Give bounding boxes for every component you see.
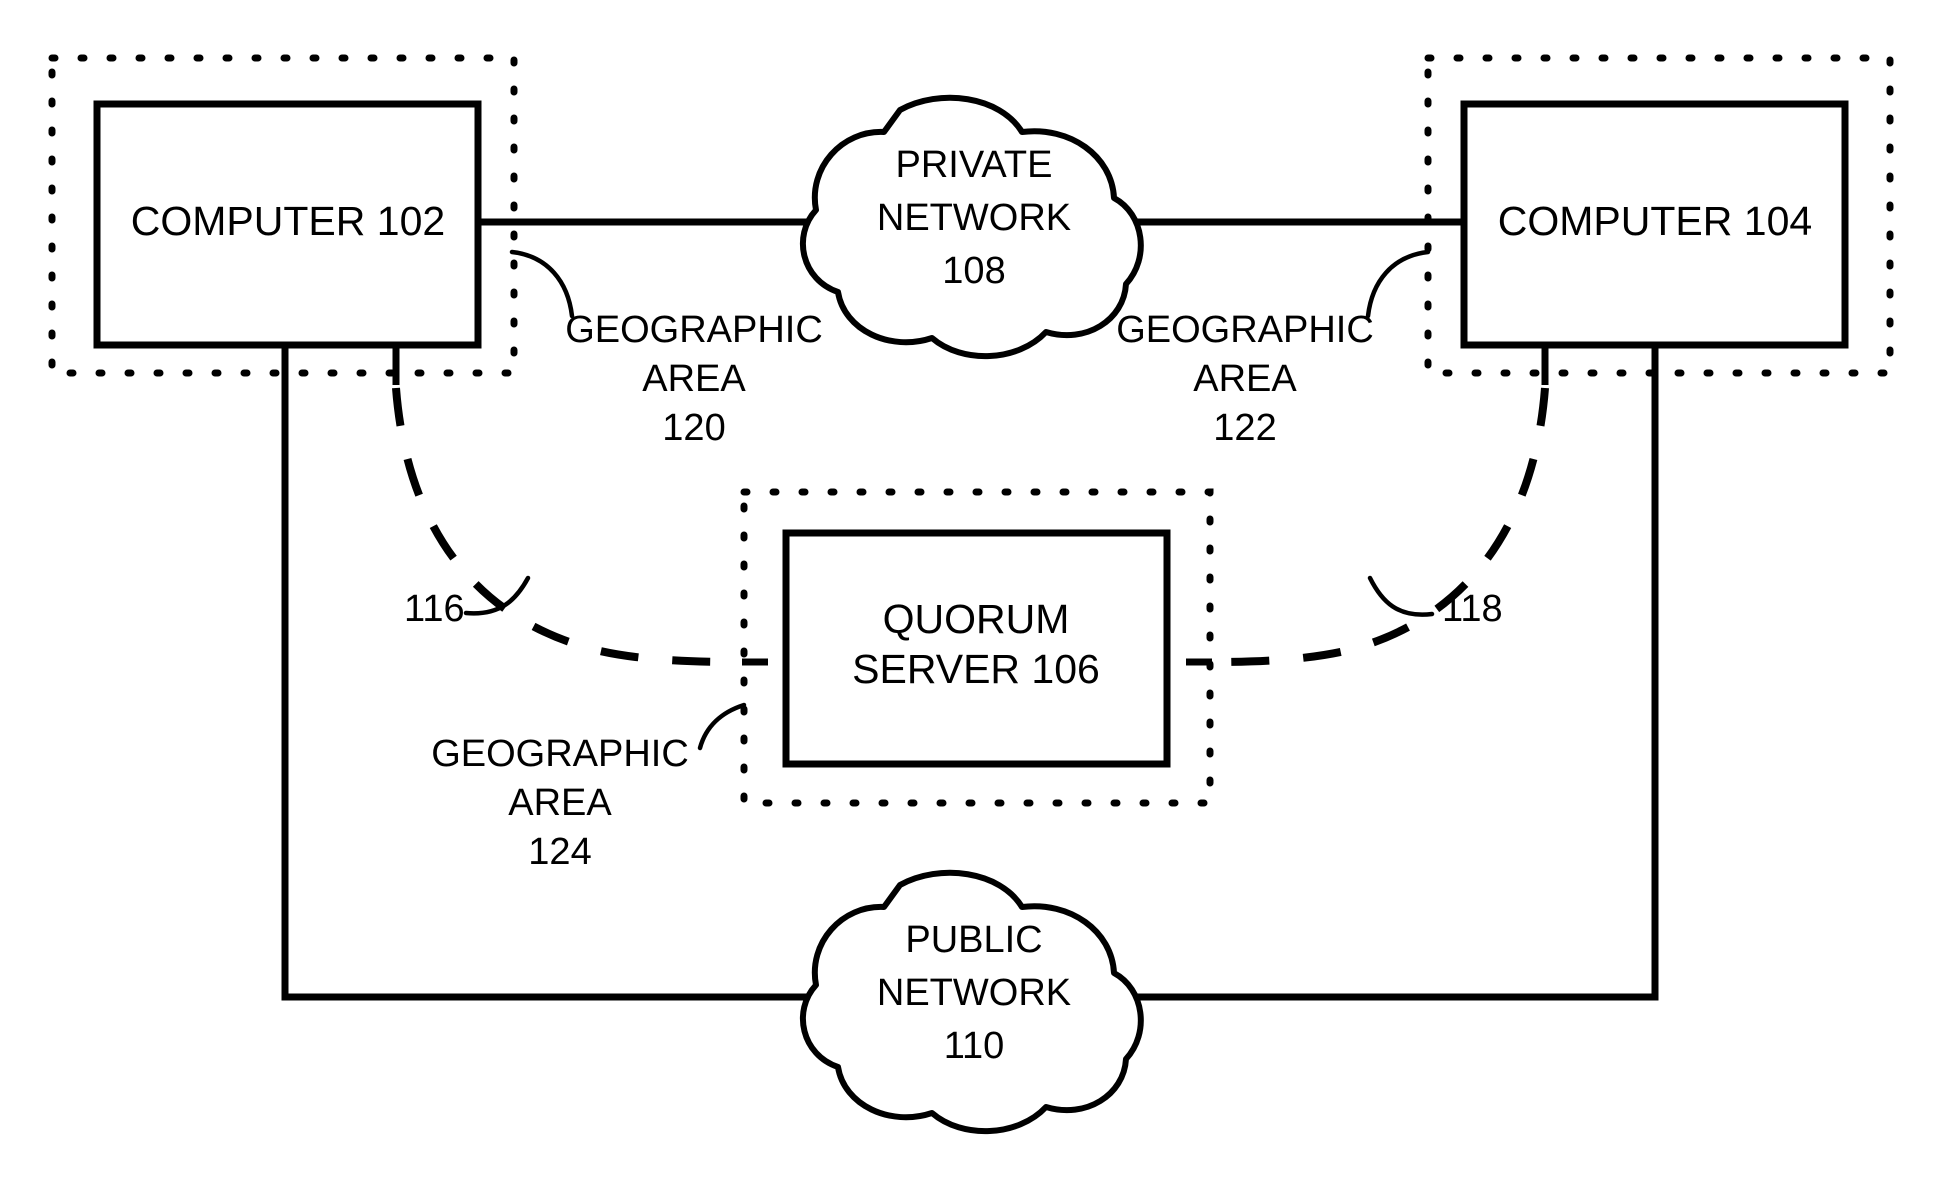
geographic-area-122-line3: 122 (1213, 407, 1276, 449)
private-network-line1: PRIVATE (896, 144, 1053, 186)
geographic-area-124-annotation: GEOGRAPHIC AREA 124 (431, 702, 747, 873)
leader-line-116 (463, 575, 531, 616)
quorum-server-106-node[interactable]: QUORUM SERVER 106 (782, 529, 1171, 768)
patent-figure: PRIVATE NETWORK 108 PUBLIC NETWORK 110 C… (48, 54, 1894, 1134)
computer-102-node[interactable]: COMPUTER 102 (93, 100, 482, 349)
link-public-network-computer104 (1116, 344, 1659, 1001)
geographic-area-124-line2: AREA (508, 782, 612, 824)
leader-line-122 (1365, 249, 1431, 319)
public-network-line2: NETWORK (877, 972, 1071, 1014)
geographic-area-120-line1: GEOGRAPHIC (565, 309, 823, 351)
geographic-area-120-line2: AREA (642, 358, 746, 400)
geographic-area-120-line3: 120 (662, 407, 725, 449)
geographic-area-124-line1: GEOGRAPHIC (431, 733, 689, 775)
public-network-line1: PUBLIC (905, 919, 1042, 961)
quorum-server-106-line2: SERVER 106 (852, 646, 1100, 692)
leader-line-120 (509, 249, 575, 319)
public-network-line3: 110 (944, 1025, 1005, 1067)
reference-116-annotation: 116 (404, 575, 531, 630)
geographic-area-122-annotation: GEOGRAPHIC AREA 122 (1116, 249, 1431, 449)
reference-118-annotation: 118 (1367, 575, 1503, 630)
leader-line-118 (1367, 575, 1435, 617)
private-network-108[interactable]: PRIVATE NETWORK 108 (799, 94, 1144, 359)
link-computer102-public-network (281, 344, 834, 1001)
geographic-area-124-line3: 124 (528, 831, 591, 873)
geographic-area-122-line2: AREA (1193, 358, 1297, 400)
leader-line-124 (697, 702, 747, 751)
reference-numeral-118: 118 (1442, 588, 1503, 630)
computer-102-label: COMPUTER 102 (131, 198, 445, 244)
geographic-area-120-annotation: GEOGRAPHIC AREA 120 (509, 249, 823, 449)
quorum-server-106-line1: QUORUM (883, 596, 1070, 642)
reference-numeral-116: 116 (404, 588, 465, 630)
diagram-canvas: PRIVATE NETWORK 108 PUBLIC NETWORK 110 C… (0, 0, 1940, 1177)
geographic-area-122-line1: GEOGRAPHIC (1116, 309, 1374, 351)
private-network-line2: NETWORK (877, 197, 1071, 239)
computer-104-label: COMPUTER 104 (1498, 198, 1812, 244)
computer-104-node[interactable]: COMPUTER 104 (1460, 100, 1849, 349)
public-network-110[interactable]: PUBLIC NETWORK 110 (799, 869, 1144, 1134)
private-network-line3: 108 (942, 250, 1005, 292)
